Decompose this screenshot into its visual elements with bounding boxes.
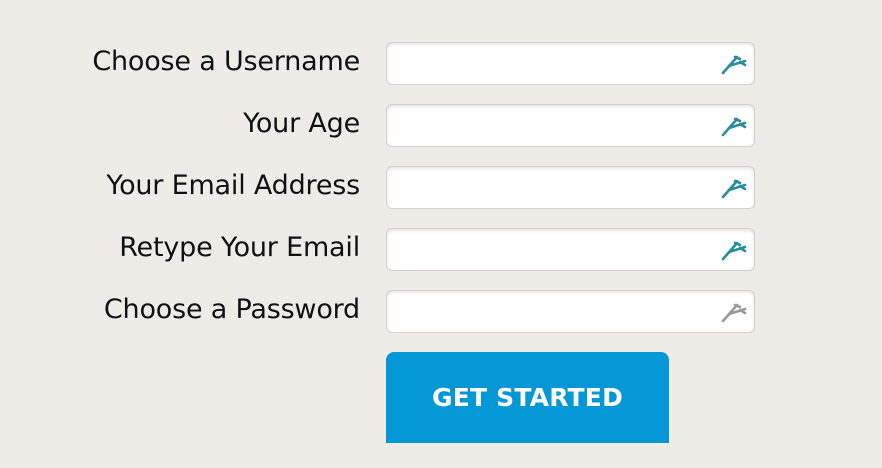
password-row: Choose a Password — [0, 290, 882, 336]
username-field-box[interactable] — [386, 42, 755, 85]
key-icon[interactable] — [710, 175, 750, 201]
key-icon[interactable] — [710, 237, 750, 263]
username-row: Choose a Username — [0, 42, 882, 88]
username-label: Choose a Username — [92, 46, 360, 77]
password-input[interactable] — [387, 291, 707, 331]
password-field-box[interactable] — [386, 290, 755, 333]
retype-email-label: Retype Your Email — [119, 232, 360, 263]
email-row: Your Email Address — [0, 166, 882, 212]
email-input[interactable] — [387, 167, 707, 207]
email-field-box[interactable] — [386, 166, 755, 209]
key-icon[interactable] — [710, 299, 750, 325]
retype-email-row: Retype Your Email — [0, 228, 882, 274]
age-input[interactable] — [387, 105, 707, 145]
password-label: Choose a Password — [103, 294, 360, 325]
age-field-box[interactable] — [386, 104, 755, 147]
retype-email-input[interactable] — [387, 229, 707, 269]
retype-email-field-box[interactable] — [386, 228, 755, 271]
get-started-button[interactable]: GET STARTED — [386, 352, 669, 443]
key-icon[interactable] — [710, 51, 750, 77]
key-icon[interactable] — [710, 113, 750, 139]
age-row: Your Age — [0, 104, 882, 150]
email-label: Your Email Address — [106, 170, 360, 201]
age-label: Your Age — [243, 108, 360, 139]
signup-form: Choose a Username Your Age Your Email Ad… — [0, 0, 882, 468]
username-input[interactable] — [387, 43, 707, 83]
